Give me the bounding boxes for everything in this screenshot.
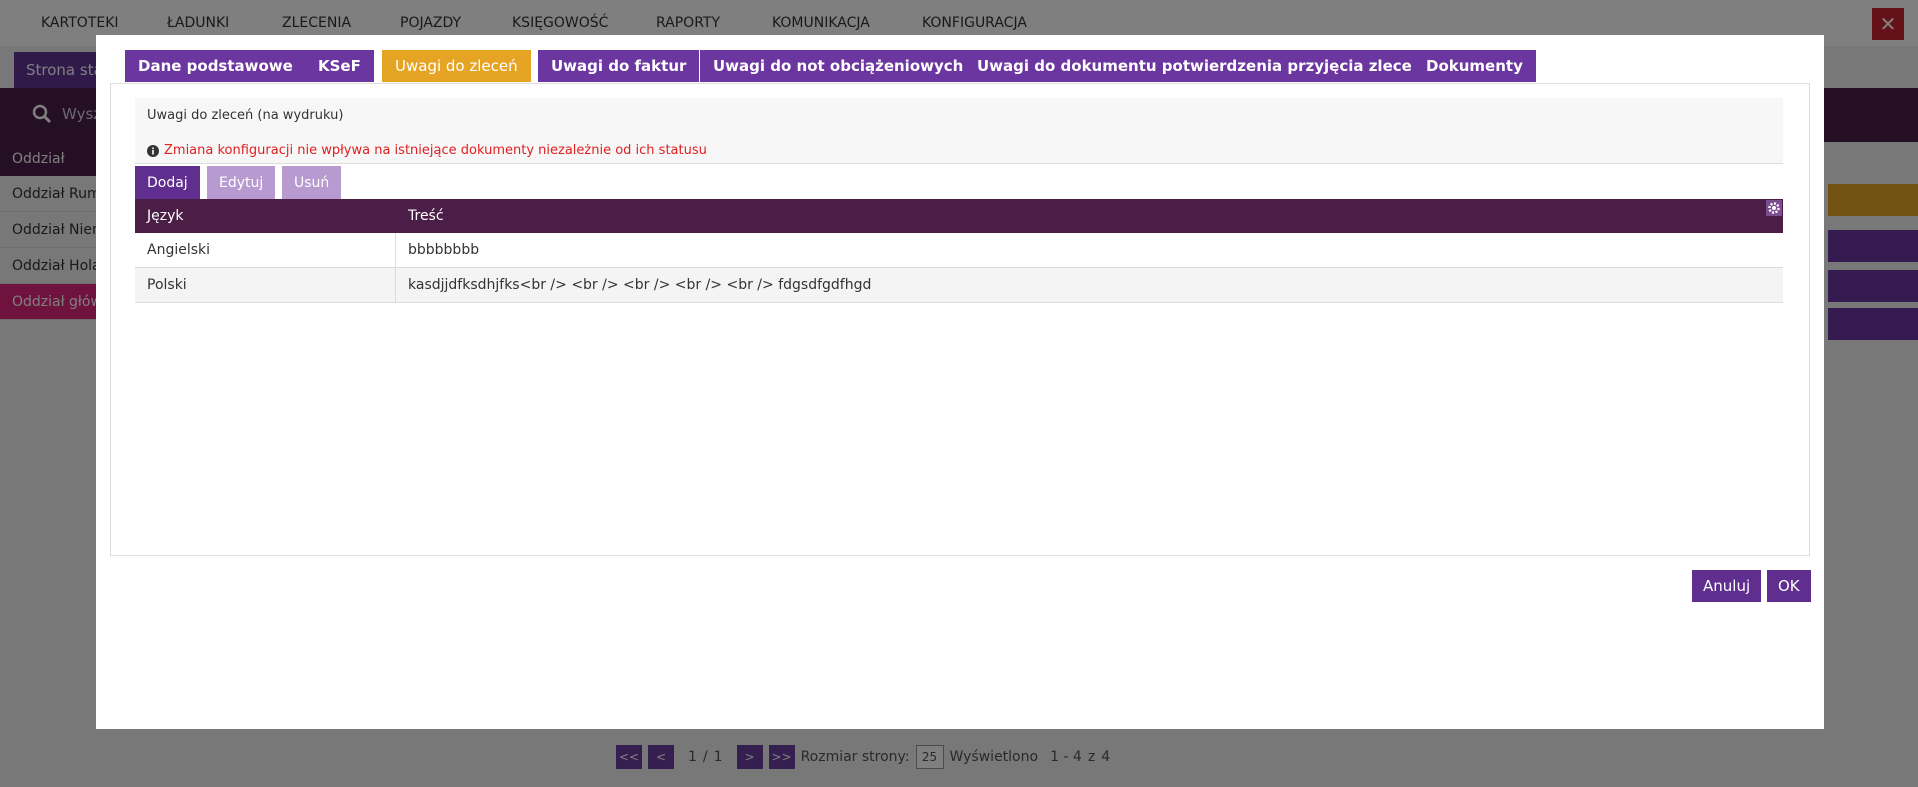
config-warning: Zmiana konfiguracji nie wpływa na istnie… [147,143,707,158]
tab-uwagi-do-zlecen[interactable]: Uwagi do zleceń [382,50,531,82]
tab-uwagi-do-not-obciazeniowych[interactable]: Uwagi do not obciążeniowych [700,50,977,82]
ok-button[interactable]: OK [1767,570,1811,602]
tab-dokumenty[interactable]: Dokumenty [1413,50,1536,82]
panel-info-box: Uwagi do zleceń (na wydruku) Zmiana konf… [135,98,1783,164]
table-header: Język Treść [135,199,1783,233]
cancel-button[interactable]: Anuluj [1692,570,1762,602]
gear-icon[interactable] [1766,200,1782,216]
table-row[interactable]: Angielski bbbbbbbb [135,233,1783,268]
remove-button[interactable]: Usuń [282,166,342,200]
tab-dane-podstawowe[interactable]: Dane podstawowe [125,50,306,82]
column-header-content[interactable]: Treść [396,199,444,233]
config-modal: Dane podstawowe KSeF Uwagi do zleceń Uwa… [96,35,1824,729]
notes-table: Język Treść Angielski bbbbbbbb Polski ka… [135,199,1783,303]
tab-panel: Uwagi do zleceń (na wydruku) Zmiana konf… [110,83,1810,556]
tab-ksef[interactable]: KSeF [305,50,374,82]
add-button[interactable]: Dodaj [135,166,200,200]
column-header-language[interactable]: Język [135,199,183,233]
info-icon [147,144,159,157]
tab-uwagi-do-potwierdzenia[interactable]: Uwagi do dokumentu potwierdzenia przyjęc… [964,50,1451,82]
table-row[interactable]: Polski kasdjjdfksdhjfks<br /> <br /> <br… [135,268,1783,303]
warning-text: Zmiana konfiguracji nie wpływa na istnie… [164,143,707,158]
cell-content: kasdjjdfksdhjfks<br /> <br /> <br /> <br… [408,277,872,293]
edit-button[interactable]: Edytuj [207,166,276,200]
panel-title: Uwagi do zleceń (na wydruku) [147,108,344,123]
cell-language: Polski [147,277,187,293]
cell-content: bbbbbbbb [408,242,480,258]
tab-uwagi-do-faktur[interactable]: Uwagi do faktur [538,50,700,82]
cell-language: Angielski [147,242,211,258]
